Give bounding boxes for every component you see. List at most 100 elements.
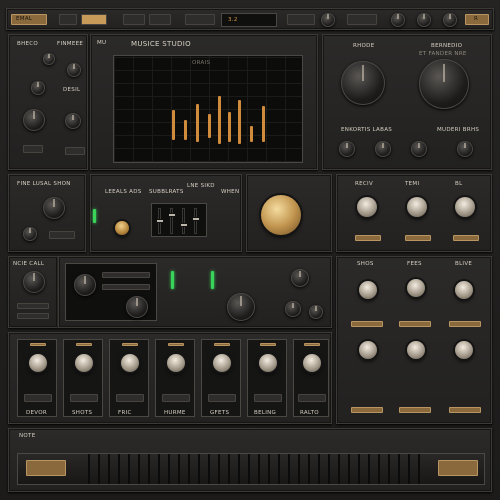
mc-fader-cap[interactable]	[192, 217, 200, 221]
mr-knob-1[interactable]	[357, 197, 377, 217]
mixer-knob-4[interactable]	[291, 269, 309, 287]
lt-button-2[interactable]	[65, 147, 85, 155]
keyboard-key[interactable]	[148, 454, 150, 484]
keyboard-key[interactable]	[138, 454, 140, 484]
lt-button-1[interactable]	[23, 145, 43, 153]
rc-gold-bar-2[interactable]	[399, 321, 431, 327]
mixer-knob-5[interactable]	[285, 301, 301, 317]
keyboard-key[interactable]	[338, 454, 340, 484]
r3-knob-1[interactable]	[23, 271, 45, 293]
keyboard-key[interactable]	[278, 454, 280, 484]
rc-knob-1[interactable]	[359, 281, 377, 299]
keyboard-key[interactable]	[298, 454, 300, 484]
rc-knob-5[interactable]	[407, 341, 425, 359]
top-button-7[interactable]	[347, 14, 377, 25]
mr-gold-button-2[interactable]	[405, 235, 431, 241]
mr-knob-2[interactable]	[407, 197, 427, 217]
mr-gold-button-1[interactable]	[355, 235, 381, 241]
mc-fader[interactable]	[192, 208, 200, 234]
keyboard-left-pad[interactable]	[26, 460, 66, 476]
mixer-knob-1[interactable]	[74, 274, 96, 296]
channel-4-button[interactable]	[162, 394, 190, 402]
keyboard-key[interactable]	[318, 454, 320, 484]
keyboard-key[interactable]	[418, 454, 420, 484]
mixer-button-2[interactable]	[102, 284, 150, 290]
rc-knob-3[interactable]	[455, 281, 473, 299]
channel-6-knob[interactable]	[259, 354, 277, 372]
keyboard-key[interactable]	[268, 454, 270, 484]
keyboard-key[interactable]	[348, 454, 350, 484]
keyboard-key[interactable]	[208, 454, 210, 484]
mc-fader-cap[interactable]	[180, 223, 188, 227]
top-knob-4[interactable]	[443, 13, 457, 27]
keyboard-key[interactable]	[398, 454, 400, 484]
rt-small-knob-3[interactable]	[411, 141, 427, 157]
mr-knob-3[interactable]	[455, 197, 475, 217]
big-knob-left[interactable]	[341, 61, 385, 105]
mr-gold-button-3[interactable]	[453, 235, 479, 241]
top-button-1[interactable]	[59, 14, 77, 25]
keyboard-key[interactable]	[408, 454, 410, 484]
channel-1-knob[interactable]	[29, 354, 47, 372]
mc-fader[interactable]	[168, 208, 176, 234]
rt-small-knob-1[interactable]	[339, 141, 355, 157]
gold-dial[interactable]	[261, 195, 301, 235]
channel-7-button[interactable]	[298, 394, 326, 402]
keyboard-key[interactable]	[108, 454, 110, 484]
rc-knob-4[interactable]	[359, 341, 377, 359]
mixer-knob-3[interactable]	[227, 293, 255, 321]
keyboard-key[interactable]	[288, 454, 290, 484]
channel-2-knob[interactable]	[75, 354, 93, 372]
rc-gold-bar-6[interactable]	[449, 407, 481, 413]
top-button-4[interactable]	[149, 14, 171, 25]
keyboard-key[interactable]	[178, 454, 180, 484]
rc-gold-bar-1[interactable]	[351, 321, 383, 327]
ml-knob-1[interactable]	[43, 197, 65, 219]
mixer-button-1[interactable]	[102, 272, 150, 278]
keyboard-key[interactable]	[388, 454, 390, 484]
keyboard-key[interactable]	[378, 454, 380, 484]
keyboard-key[interactable]	[198, 454, 200, 484]
lt-knob-4[interactable]	[23, 109, 45, 131]
mixer-knob-2[interactable]	[126, 296, 148, 318]
keyboard-key[interactable]	[228, 454, 230, 484]
lt-knob-2[interactable]	[67, 63, 81, 77]
mc-fader-cap[interactable]	[156, 219, 164, 223]
lt-knob-5[interactable]	[65, 113, 81, 129]
ml-knob-2[interactable]	[23, 227, 37, 241]
keyboard-key[interactable]	[118, 454, 120, 484]
keyboard-key[interactable]	[308, 454, 310, 484]
channel-4-knob[interactable]	[167, 354, 185, 372]
keyboard-right-pad[interactable]	[438, 460, 478, 476]
rc-knob-6[interactable]	[455, 341, 473, 359]
rc-gold-bar-5[interactable]	[399, 407, 431, 413]
keyboard-key[interactable]	[128, 454, 130, 484]
channel-2-button[interactable]	[70, 394, 98, 402]
keyboard-key[interactable]	[328, 454, 330, 484]
mc-fader-cap[interactable]	[168, 213, 176, 217]
keyboard-key[interactable]	[168, 454, 170, 484]
top-knob-1[interactable]	[321, 13, 335, 27]
r3-button-2[interactable]	[17, 313, 49, 319]
rc-gold-bar-3[interactable]	[449, 321, 481, 327]
lt-knob-3[interactable]	[31, 81, 45, 95]
keyboard-key[interactable]	[258, 454, 260, 484]
top-knob-2[interactable]	[391, 13, 405, 27]
r3-button-1[interactable]	[17, 303, 49, 309]
mc-fader[interactable]	[180, 208, 188, 234]
mc-gold-knob[interactable]	[115, 221, 129, 235]
keyboard-key[interactable]	[158, 454, 160, 484]
rc-gold-bar-4[interactable]	[351, 407, 383, 413]
channel-3-knob[interactable]	[121, 354, 139, 372]
keyboard-key[interactable]	[368, 454, 370, 484]
keyboard-key[interactable]	[238, 454, 240, 484]
top-button-3[interactable]	[123, 14, 145, 25]
lt-knob-1[interactable]	[43, 53, 55, 65]
rt-small-knob-4[interactable]	[457, 141, 473, 157]
keyboard-key[interactable]	[358, 454, 360, 484]
keyboard-key[interactable]	[98, 454, 100, 484]
mixer-knob-6[interactable]	[309, 305, 323, 319]
rc-knob-2[interactable]	[407, 279, 425, 297]
rt-small-knob-2[interactable]	[375, 141, 391, 157]
mc-fader[interactable]	[156, 208, 164, 234]
